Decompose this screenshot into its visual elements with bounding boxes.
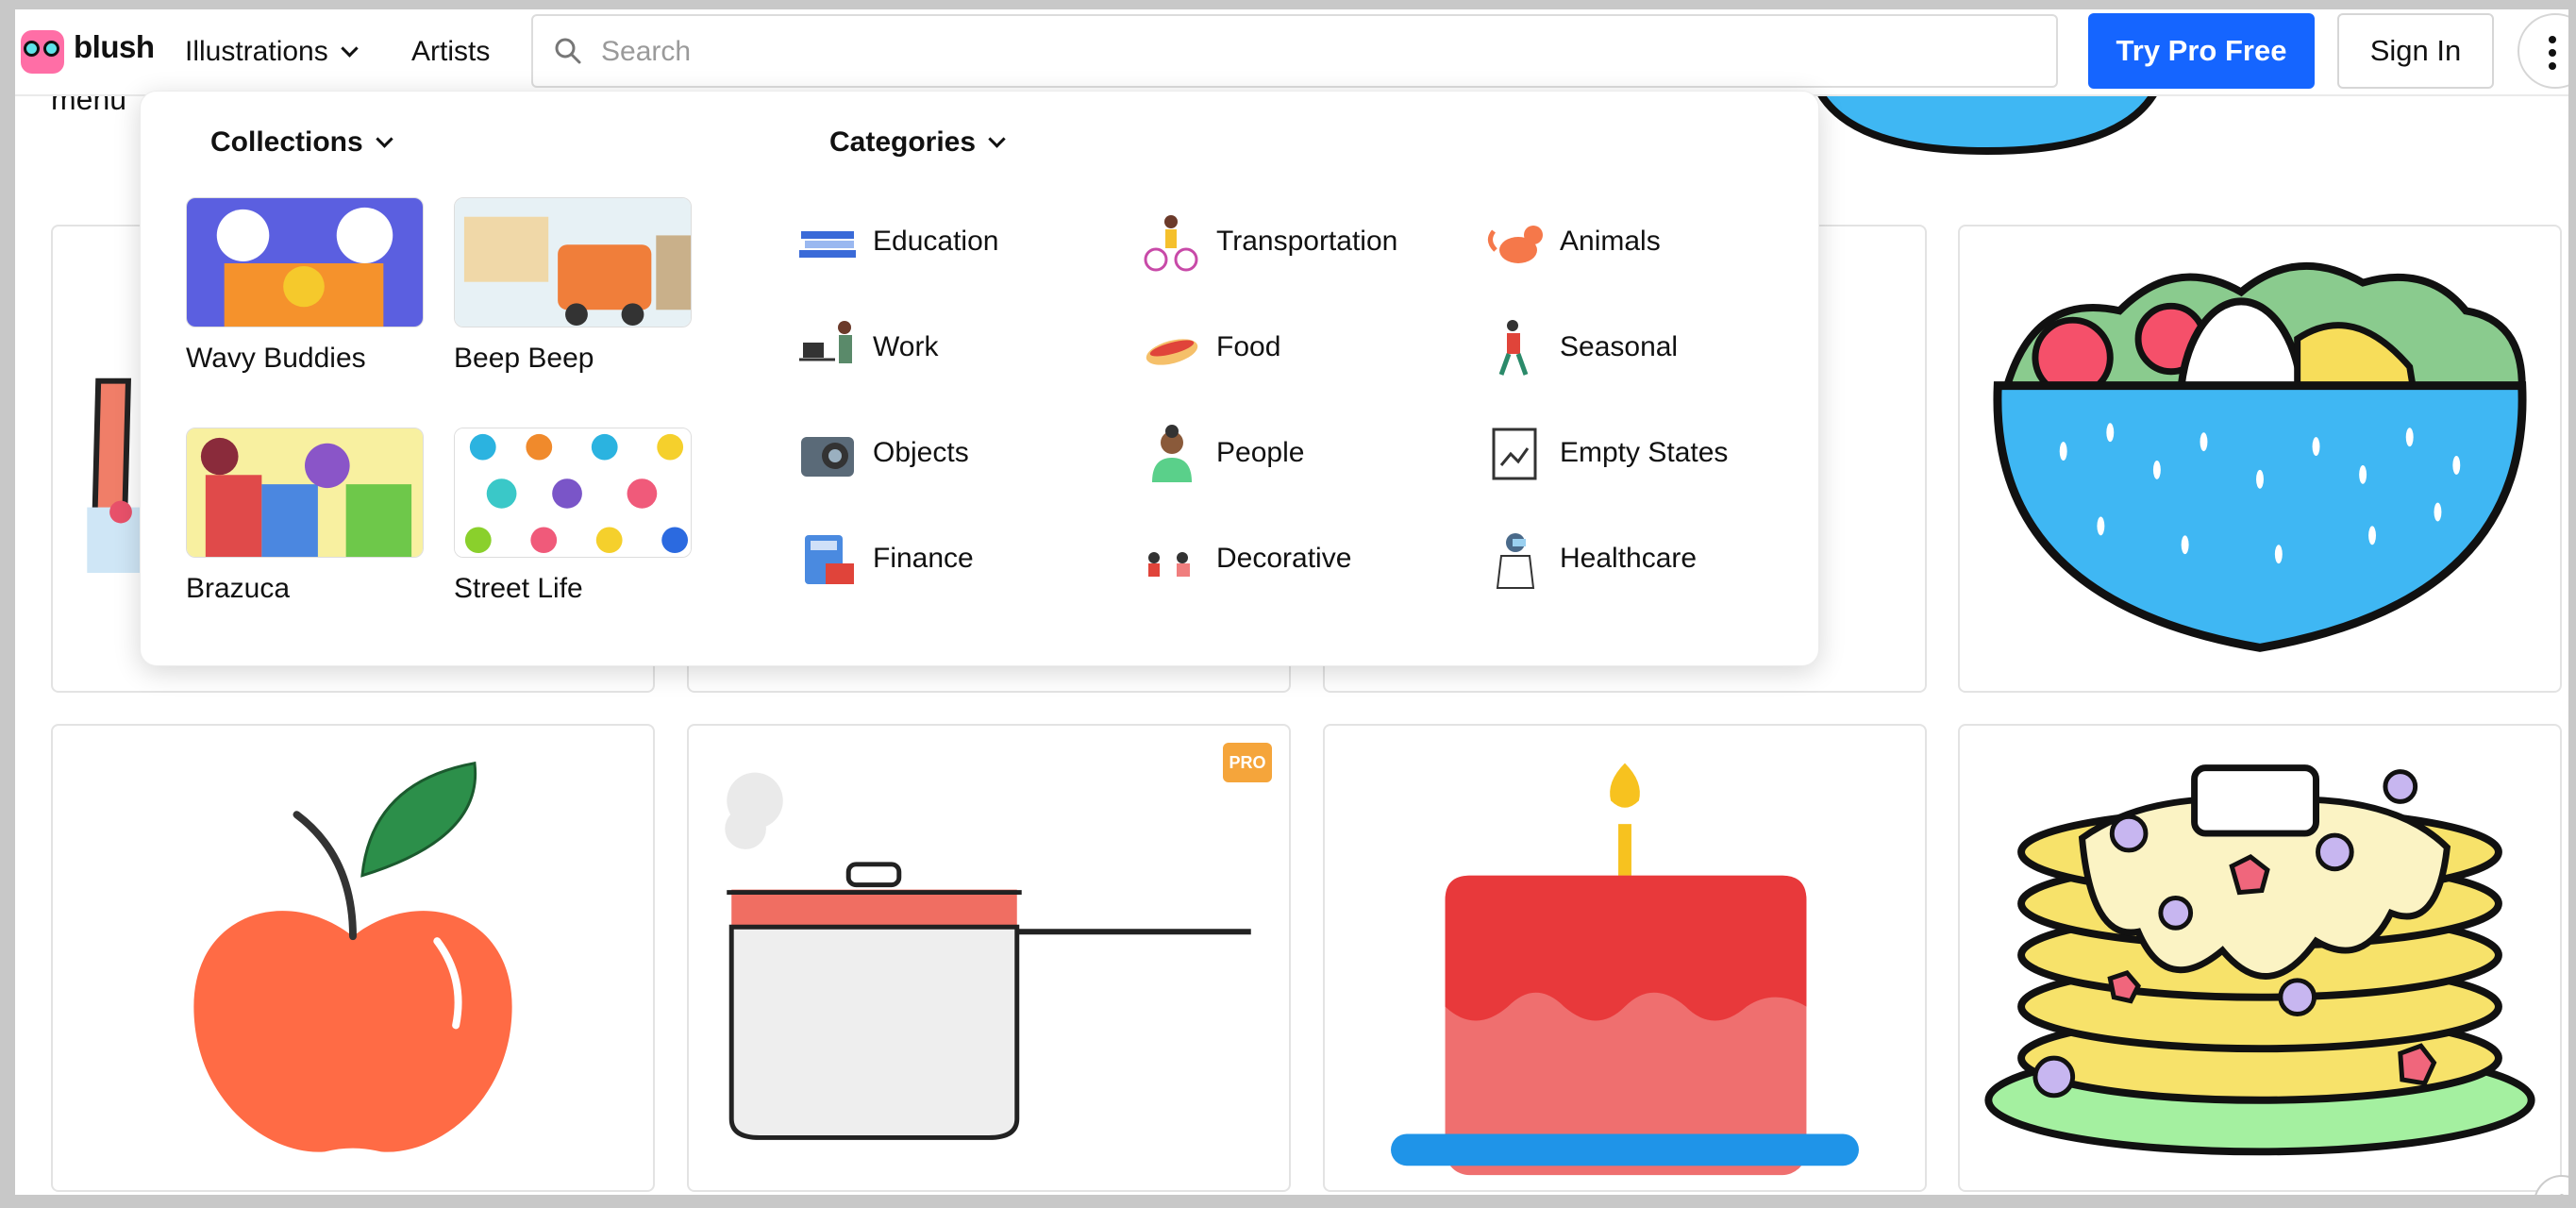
- nav-artists[interactable]: Artists: [411, 23, 490, 81]
- collection-label: Street Life: [454, 573, 583, 604]
- doctor-icon: [1496, 533, 1535, 589]
- categories-toggle[interactable]: Categories: [829, 124, 1006, 161]
- collection-thumbnail: [454, 197, 692, 327]
- search-icon: [555, 38, 581, 64]
- category-food[interactable]: Food: [1141, 318, 1452, 378]
- collection-label: Wavy Buddies: [186, 343, 366, 374]
- hotdog-icon: [1146, 339, 1198, 365]
- desk-icon: [799, 321, 852, 363]
- chevron-down-icon: [341, 40, 359, 58]
- collection-label: Beep Beep: [454, 343, 594, 374]
- category-label: Healthcare: [1560, 543, 1698, 574]
- nav-illustrations[interactable]: Illustrations: [185, 23, 359, 81]
- collection-thumbnail: [454, 428, 692, 558]
- category-animals[interactable]: Animals: [1484, 212, 1796, 273]
- category-objects[interactable]: Objects: [797, 424, 1109, 484]
- category-finance[interactable]: Finance: [797, 529, 1109, 590]
- category-label: Seasonal: [1560, 331, 1679, 362]
- books-icon: [799, 231, 856, 258]
- category-label: Transportation: [1216, 226, 1398, 257]
- collections-toggle[interactable]: Collections: [210, 124, 393, 161]
- person-icon: [1152, 425, 1192, 482]
- categories-title: Categories: [829, 126, 977, 158]
- apple-illustration: [193, 761, 512, 1152]
- category-people[interactable]: People: [1141, 424, 1452, 484]
- search-box[interactable]: [531, 14, 2058, 88]
- camera-icon: [801, 437, 854, 477]
- search-input[interactable]: [601, 29, 2016, 75]
- scene-icon: [1148, 552, 1190, 577]
- category-label: Decorative: [1216, 543, 1352, 574]
- collection-thumbnail: [186, 428, 424, 558]
- card-apple[interactable]: [51, 724, 655, 1192]
- category-label: Work: [873, 331, 939, 362]
- category-label: Objects: [873, 437, 969, 468]
- category-work[interactable]: Work: [797, 318, 1109, 378]
- cat-icon: [1488, 226, 1543, 263]
- top-navbar: blush Illustrations Artists Try Pro Free…: [15, 9, 2568, 96]
- dancer-icon: [1498, 320, 1529, 376]
- nav-artists-label: Artists: [411, 36, 491, 67]
- category-label: Finance: [873, 543, 974, 574]
- cooking-pot-illustration: [725, 772, 1251, 1140]
- category-label: Education: [873, 226, 999, 257]
- category-transportation[interactable]: Transportation: [1141, 212, 1452, 273]
- illustrations-dropdown-menu: Collections Categories Wavy Buddies Beep…: [140, 91, 1819, 666]
- more-options-icon[interactable]: [2517, 13, 2568, 89]
- card-cooking-pot[interactable]: PRO: [687, 724, 1291, 1192]
- collection-label: Brazuca: [186, 573, 291, 604]
- collection-thumbnail: [186, 197, 424, 327]
- category-label: Empty States: [1560, 437, 1729, 468]
- collections-title: Collections: [210, 126, 363, 158]
- pro-badge: PRO: [1223, 743, 1272, 782]
- nav-illustrations-label: Illustrations: [185, 36, 328, 67]
- category-seasonal[interactable]: Seasonal: [1484, 318, 1796, 378]
- blush-logo-icon: [21, 30, 64, 74]
- category-decorative[interactable]: Decorative: [1141, 529, 1452, 590]
- category-education[interactable]: Education: [797, 212, 1109, 273]
- page: blush Illustrations Artists Try Pro Free…: [15, 9, 2568, 1195]
- chevron-down-icon: [988, 130, 1006, 148]
- blush-logo[interactable]: blush: [21, 17, 159, 87]
- chevron-down-icon: [376, 130, 393, 148]
- card-noodle-bowl[interactable]: [1958, 225, 2562, 693]
- try-pro-free-button[interactable]: Try Pro Free: [2088, 13, 2315, 89]
- category-empty-states[interactable]: Empty States: [1484, 424, 1796, 484]
- birthday-cake-illustration: [1391, 763, 1859, 1176]
- category-label: People: [1216, 437, 1305, 468]
- document-icon: [1492, 428, 1537, 480]
- category-label: Food: [1216, 331, 1281, 362]
- logo-text: blush: [74, 29, 155, 64]
- noodle-bowl-illustration: [1993, 261, 2527, 652]
- category-healthcare[interactable]: Healthcare: [1484, 529, 1796, 590]
- pancakes-illustration: [1984, 764, 2535, 1156]
- category-label: Animals: [1560, 226, 1661, 257]
- sign-in-button[interactable]: Sign In: [2337, 13, 2494, 89]
- calculator-icon: [805, 535, 854, 584]
- card-pancakes[interactable]: [1958, 724, 2562, 1192]
- bicycle-icon: [1144, 215, 1198, 272]
- card-birthday-cake[interactable]: [1323, 724, 1927, 1192]
